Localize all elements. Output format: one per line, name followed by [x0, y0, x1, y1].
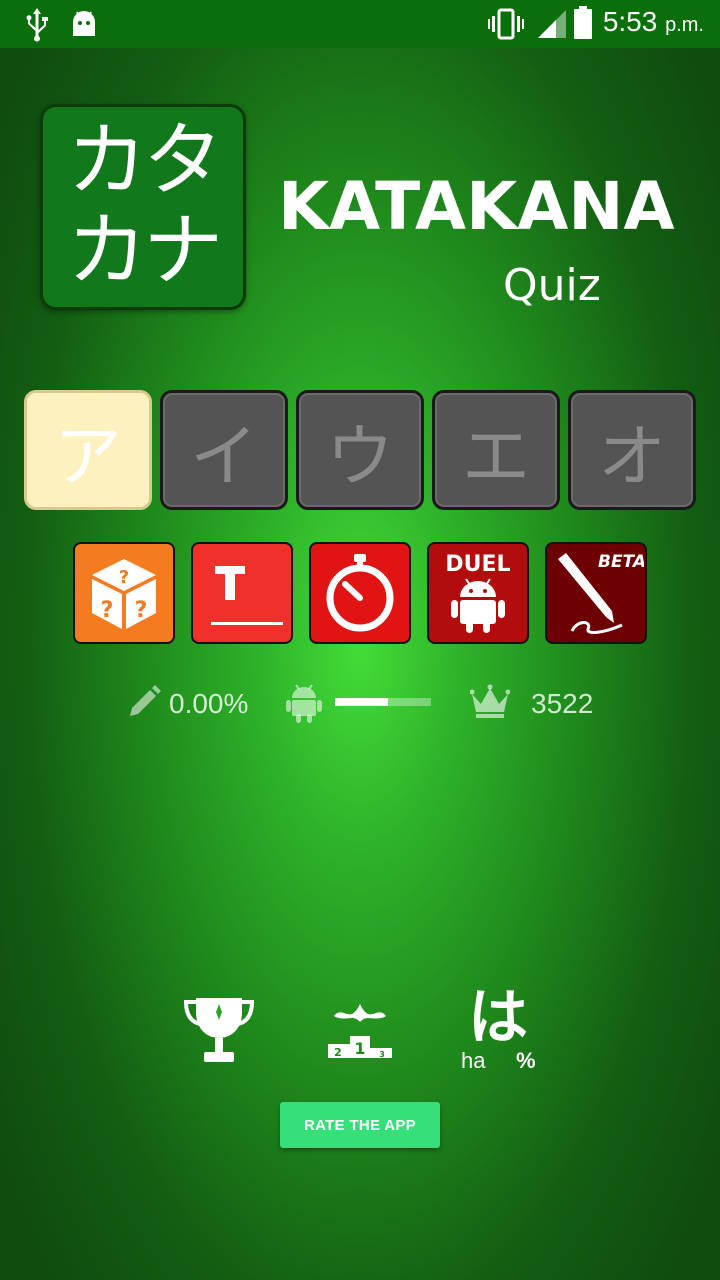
rate-app-button[interactable]: RATE THE APP: [280, 1102, 440, 1148]
svg-text:?: ?: [135, 598, 148, 623]
kana-tab-a[interactable]: ア: [24, 390, 152, 510]
podium-first: 1: [354, 1039, 365, 1058]
hiragana-romaji: ha: [461, 1048, 486, 1073]
usb-icon: [26, 8, 48, 42]
hiragana-char: は: [468, 983, 528, 1053]
logo-line-2: カナ: [67, 204, 223, 297]
type-mode-button[interactable]: [191, 542, 293, 644]
progress-bar: [335, 698, 431, 706]
pen-icon: BETA: [558, 552, 644, 634]
beta-label: BETA: [598, 552, 644, 572]
podium-graphic: 2 1 3: [328, 1004, 392, 1059]
app-title: KATAKANA: [278, 168, 675, 245]
android-notification-icon: [73, 11, 95, 36]
duel-label: DUEL: [445, 552, 510, 577]
high-score-value: 3522: [531, 688, 594, 719]
app-logo: カタ カナ: [40, 104, 246, 310]
android-icon: DUEL: [445, 552, 511, 633]
dice-icon: ? ? ?: [92, 559, 156, 629]
kana-tab-u[interactable]: ウ: [296, 390, 424, 510]
crown-icon: [470, 684, 510, 718]
status-bar: 5:53 p.m.: [0, 0, 720, 48]
duel-mode-button[interactable]: DUEL: [427, 542, 529, 644]
write-mode-button[interactable]: BETA: [545, 542, 647, 644]
random-mode-button[interactable]: ? ? ?: [73, 542, 175, 644]
status-time: 5:53 p.m.: [602, 6, 704, 37]
battery-icon: [574, 6, 592, 39]
leaderboard-podium-icon[interactable]: 2 1 3: [326, 998, 394, 1064]
signal-icon: [538, 10, 566, 38]
hiragana-percent: %: [516, 1048, 536, 1073]
podium-second: 2: [334, 1046, 342, 1059]
svg-text:?: ?: [101, 598, 114, 623]
svg-text:?: ?: [119, 567, 129, 588]
timed-mode-button[interactable]: [309, 542, 411, 644]
kana-tab-e[interactable]: エ: [432, 390, 560, 510]
text-t-icon: [211, 566, 283, 625]
android-progress-icon: [286, 684, 322, 723]
kana-tab-i[interactable]: イ: [160, 390, 288, 510]
pencil-icon: [130, 685, 161, 716]
stopwatch-icon: [326, 554, 394, 632]
kana-tab-o[interactable]: オ: [568, 390, 696, 510]
trophy-icon[interactable]: [182, 994, 256, 1066]
logo-line-1: カタ: [67, 114, 223, 207]
podium-third: 3: [379, 1050, 385, 1059]
accuracy-value: 0.00%: [169, 688, 249, 719]
app-subtitle: Quiz: [503, 260, 601, 311]
vibrate-icon: [488, 8, 524, 40]
hiragana-stats-icon[interactable]: は ha %: [460, 986, 544, 1074]
progress-fill: [335, 698, 388, 706]
